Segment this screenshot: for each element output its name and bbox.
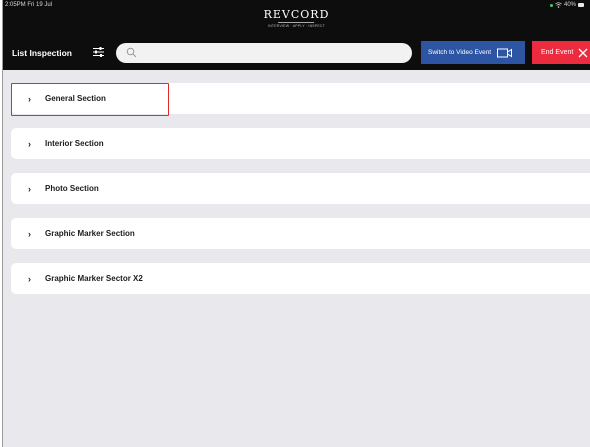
revcord-logo: REVCORD INTERVIEW · APPLY · INSPECT [264,8,330,28]
filter-sliders-icon[interactable] [92,46,105,58]
logo-divider [278,22,315,23]
section-graphic-marker[interactable]: › Graphic Marker Section [11,218,590,249]
battery-percent: 40% [563,2,576,8]
section-interior[interactable]: › Interior Section [11,128,590,159]
section-graphic-marker-x2[interactable]: › Graphic Marker Sector X2 [11,263,590,294]
switch-to-video-label: Switch to Video Event [428,49,492,56]
chevron-right-icon: › [28,228,31,239]
section-label: Graphic Marker Section [45,229,135,238]
status-time: 2:05PM Fri 19 Jul [5,2,53,8]
section-label: Photo Section [45,184,99,193]
chevron-right-icon: › [28,183,31,194]
wifi-icon [555,2,562,8]
video-camera-icon [497,48,513,57]
section-label: Interior Section [45,139,104,148]
search-bar[interactable] [116,43,412,63]
header-bar: 2:05PM Fri 19 Jul 40% REVCORD INTERVIEW … [3,0,590,70]
end-event-label: End Event [541,49,574,56]
location-icon [549,3,553,7]
status-indicators: 40% [549,2,584,8]
search-input[interactable] [142,46,402,60]
chevron-right-icon: › [28,138,31,149]
battery-icon [578,3,584,7]
search-icon [126,47,137,58]
section-label: Graphic Marker Sector X2 [45,274,143,283]
logo-tagline: INTERVIEW · APPLY · INSPECT [268,24,325,28]
section-label: General Section [45,94,106,103]
chevron-right-icon: › [28,273,31,284]
page-title: List Inspection [12,48,72,58]
section-general[interactable]: › General Section [11,83,590,116]
section-photo[interactable]: › Photo Section [11,173,590,204]
section-list: › General Section › Interior Section › P… [11,83,590,308]
close-icon [578,48,588,57]
logo-text: REVCORD [263,8,330,21]
chevron-right-icon: › [28,93,31,104]
switch-to-video-button[interactable]: Switch to Video Event [421,41,525,64]
end-event-button[interactable]: End Event [532,41,590,64]
app-window: 2:05PM Fri 19 Jul 40% REVCORD INTERVIEW … [2,0,590,447]
